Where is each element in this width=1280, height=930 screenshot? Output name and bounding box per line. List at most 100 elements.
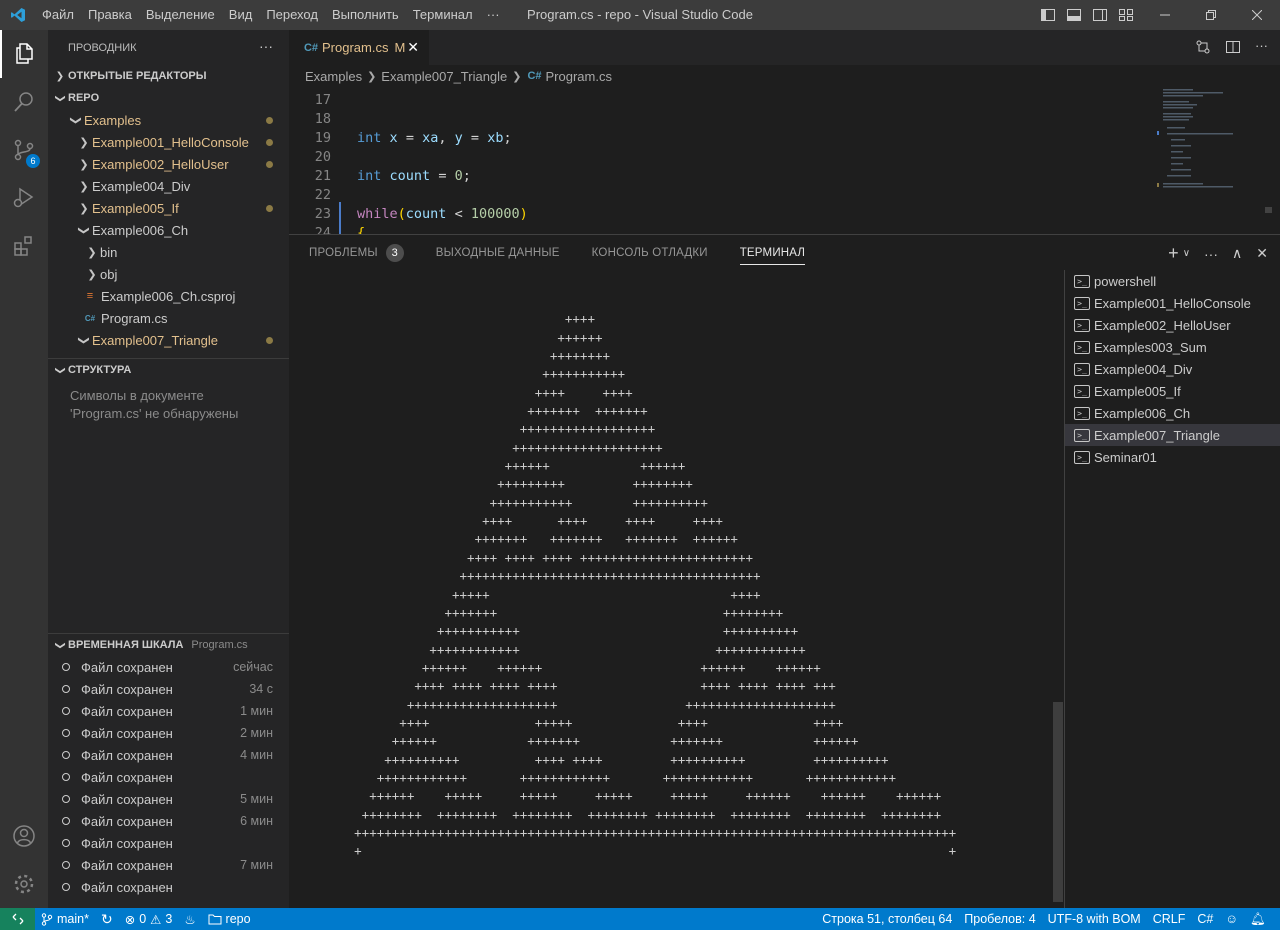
csharp-file-icon: C#	[84, 313, 96, 323]
folder-name: repo	[225, 912, 251, 926]
toggle-sidebar-icon[interactable]	[1040, 7, 1056, 23]
tab-output[interactable]: ВЫХОДНЫЕ ДАННЫЕ	[416, 235, 572, 271]
customize-layout-icon[interactable]	[1118, 7, 1134, 23]
toggle-panel-icon[interactable]	[1066, 7, 1082, 23]
breadcrumb-item[interactable]: Program.cs	[546, 69, 612, 84]
terminal-scrollbar[interactable]	[1053, 702, 1063, 902]
terminal-instance[interactable]: >_ Example007_Triangle	[1065, 424, 1280, 446]
timeline-header[interactable]: ❯ ВРЕМЕННАЯ ШКАЛА Program.cs	[48, 634, 289, 656]
open-changes-icon[interactable]	[1195, 39, 1211, 55]
folder-indicator[interactable]: repo	[202, 912, 257, 926]
tab-problems[interactable]: ПРОБЛЕМЫ 3	[289, 235, 416, 271]
error-icon: ⊗	[124, 912, 136, 927]
maximize-panel-icon[interactable]: ∧	[1232, 245, 1242, 262]
timeline-item[interactable]: Файл сохранен 6 мин	[48, 810, 289, 832]
language-mode[interactable]: C#	[1191, 912, 1219, 926]
tree-item[interactable]: ❯ Example005_If	[48, 197, 289, 219]
chevron-down-icon[interactable]: ∨	[1183, 248, 1190, 259]
tree-item[interactable]: ≡ Example006_Ch.csproj	[48, 285, 289, 307]
breadcrumb-item[interactable]: Example007_Triangle	[381, 69, 507, 84]
code-editor[interactable]: 17 18 19 int x = xa, y = xb; 20 21 int count =…	[289, 87, 1280, 234]
timeline-item[interactable]: Файл сохранен	[48, 832, 289, 854]
timeline-item[interactable]: Файл сохранен сейчас	[48, 656, 289, 678]
menu-item[interactable]: Терминал	[406, 0, 480, 30]
more-actions-icon[interactable]: ···	[259, 38, 273, 54]
tree-item[interactable]: ❯ Example007_Triangle	[48, 329, 289, 351]
split-editor-icon[interactable]	[1225, 39, 1241, 55]
tree-item[interactable]: C# Program.cs	[48, 307, 289, 329]
restore-button[interactable]	[1188, 0, 1234, 30]
menu-item[interactable]: Выделение	[139, 0, 222, 30]
menu-item[interactable]: Выполнить	[325, 0, 406, 30]
minimap[interactable]	[1157, 87, 1272, 234]
panel-tabs: ПРОБЛЕМЫ 3 ВЫХОДНЫЕ ДАННЫЕ КОНСОЛЬ ОТЛАД…	[289, 235, 817, 271]
terminal-instance[interactable]: >_ powershell	[1065, 270, 1280, 292]
timeline-item[interactable]: Файл сохранен	[48, 876, 289, 898]
tab-program-cs[interactable]: C# Program.cs M ✕	[289, 30, 429, 65]
terminal-instance[interactable]: >_ Examples003_Sum	[1065, 336, 1280, 358]
terminal-line: ++++++++++++++++++++	[309, 439, 1049, 457]
explorer-button[interactable]	[0, 30, 48, 78]
remote-indicator[interactable]	[0, 908, 35, 930]
indentation[interactable]: Пробелов: 4	[958, 912, 1041, 926]
menu-item[interactable]: Файл	[35, 0, 81, 30]
menu-item[interactable]: Переход	[259, 0, 325, 30]
terminal-instance[interactable]: >_ Example005_If	[1065, 380, 1280, 402]
tab-debug-console[interactable]: КОНСОЛЬ ОТЛАДКИ	[572, 235, 720, 271]
timeline-item[interactable]: Файл сохранен 34 с	[48, 678, 289, 700]
encoding[interactable]: UTF-8 with BOM	[1042, 912, 1147, 926]
tree-item[interactable]: ❯ Example004_Div	[48, 175, 289, 197]
breadcrumb: Examples ❯ Example007_Triangle ❯ C# Prog…	[289, 65, 1280, 87]
line-ending[interactable]: CRLF	[1147, 912, 1192, 926]
close-icon[interactable]: ✕	[407, 39, 419, 56]
feedback-button[interactable]: ☺	[1219, 912, 1244, 926]
manage-button[interactable]	[0, 860, 48, 908]
flame-button[interactable]: ♨	[178, 912, 201, 927]
close-panel-icon[interactable]: ✕	[1256, 245, 1268, 262]
open-editors-section[interactable]: ❯ ОТКРЫТЫЕ РЕДАКТОРЫ	[48, 65, 289, 87]
tree-item[interactable]: ❯ Example006_Ch	[48, 219, 289, 241]
toggle-secondary-sidebar-icon[interactable]	[1092, 7, 1108, 23]
minimize-button[interactable]	[1142, 0, 1188, 30]
tree-item[interactable]: ❯ Examples	[48, 109, 289, 131]
terminal-output[interactable]: ++++ ++++++ ++++++++ +++++++++++ ++++ ++…	[309, 292, 1049, 872]
branch-indicator[interactable]: main*	[35, 912, 95, 926]
timeline-item[interactable]: Файл сохранен 2 мин	[48, 722, 289, 744]
tab-terminal[interactable]: ТЕРМИНАЛ	[720, 235, 817, 271]
new-terminal-icon[interactable]: +	[1168, 243, 1179, 264]
breadcrumb-item[interactable]: Examples	[305, 69, 362, 84]
timeline-item[interactable]: Файл сохранен 1 мин	[48, 700, 289, 722]
source-control-button[interactable]: 6	[0, 126, 48, 174]
tree-item[interactable]: ❯ Example002_HelloUser	[48, 153, 289, 175]
outline-section[interactable]: ❯ СТРУКТУРА	[48, 359, 289, 381]
chevron-down-icon: ❯	[77, 225, 90, 235]
run-debug-button[interactable]	[0, 174, 48, 222]
terminal-instance[interactable]: >_ Example002_HelloUser	[1065, 314, 1280, 336]
search-button[interactable]	[0, 78, 48, 126]
menu-item[interactable]: ···	[480, 0, 507, 30]
more-actions-icon[interactable]: ···	[1255, 39, 1268, 55]
terminal-instance[interactable]: >_ Example004_Div	[1065, 358, 1280, 380]
sync-button[interactable]: ↻	[95, 911, 119, 928]
menu-item[interactable]: Вид	[222, 0, 260, 30]
timeline-item[interactable]: Файл сохранен	[48, 766, 289, 788]
tree-item[interactable]: ❯ Example001_HelloConsole	[48, 131, 289, 153]
accounts-button[interactable]	[0, 812, 48, 860]
close-window-button[interactable]	[1234, 0, 1280, 30]
extensions-button[interactable]	[0, 222, 48, 270]
timeline-item[interactable]: Файл сохранен 7 мин	[48, 854, 289, 876]
timeline-item[interactable]: Файл сохранен 4 мин	[48, 744, 289, 766]
repo-section[interactable]: ❯ REPO	[48, 87, 289, 109]
problems-indicator[interactable]: ⊗ 0 ⚠ 3	[119, 912, 179, 927]
terminal-instance[interactable]: >_ Example006_Ch	[1065, 402, 1280, 424]
terminal-text: ++++++++++ ++++ ++++ ++++++++++ ++++++++…	[309, 751, 889, 767]
tree-item[interactable]: ❯ bin	[48, 241, 289, 263]
terminal-instance[interactable]: >_ Seminar01	[1065, 446, 1280, 468]
notifications-button[interactable]: 🔔︎	[1244, 912, 1272, 927]
cursor-position[interactable]: Строка 51, столбец 64	[816, 912, 958, 926]
terminal-instance[interactable]: >_ Example001_HelloConsole	[1065, 292, 1280, 314]
menu-item[interactable]: Правка	[81, 0, 139, 30]
tree-item[interactable]: ❯ obj	[48, 263, 289, 285]
more-actions-icon[interactable]: ···	[1204, 246, 1218, 262]
timeline-item[interactable]: Файл сохранен 5 мин	[48, 788, 289, 810]
